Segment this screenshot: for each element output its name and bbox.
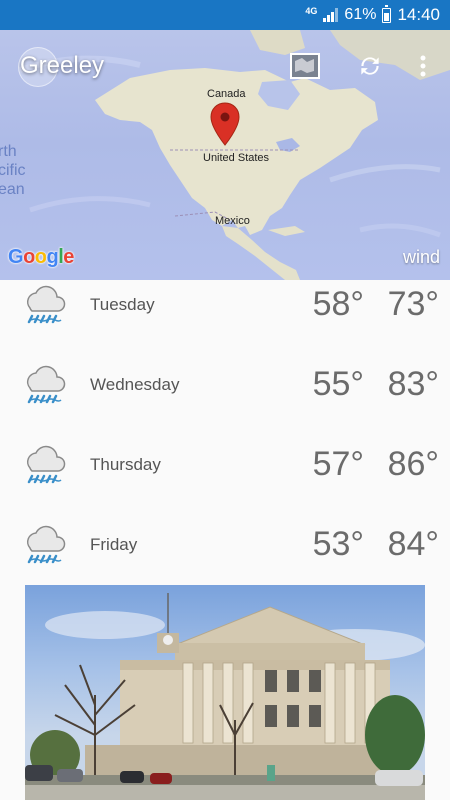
rain-cloud-icon	[26, 285, 66, 324]
label-mexico: Mexico	[215, 215, 250, 227]
rain-cloud-icon	[26, 445, 66, 484]
high-temp: 84°	[387, 525, 439, 563]
map-layer-label: wind	[402, 247, 440, 267]
courthouse-image	[25, 593, 425, 800]
refresh-icon	[361, 57, 379, 75]
forecast-list: Tuesday 58° 73° Wednesday 55° 83° Thursd…	[0, 280, 450, 600]
low-temp: 58°	[312, 285, 364, 323]
label-canada: Canada	[207, 88, 246, 100]
day-label: Wednesday	[90, 375, 180, 394]
network-type: 4G	[305, 6, 318, 16]
high-temp: 83°	[387, 365, 439, 403]
day-label: Friday	[90, 535, 138, 554]
google-logo: Google	[8, 246, 74, 268]
low-temp: 57°	[312, 445, 364, 483]
status-bar: 4G 61% 14:40	[0, 0, 450, 30]
low-temp: 53°	[312, 525, 364, 563]
overflow-menu-button[interactable]	[407, 52, 439, 80]
city-photo[interactable]	[25, 585, 425, 800]
refresh-button[interactable]	[354, 52, 386, 80]
signal-icon	[323, 8, 339, 22]
low-temp: 55°	[312, 365, 364, 403]
label-united-states: United States	[203, 152, 270, 164]
high-temp: 86°	[387, 445, 439, 483]
rain-cloud-icon	[26, 525, 66, 564]
map-icon	[290, 53, 320, 79]
weather-map[interactable]: Greeley Canada United States Mexico rth …	[0, 30, 450, 280]
label-ocean: rth cific ean	[0, 143, 26, 198]
forecast-row-wednesday[interactable]: Wednesday 55° 83°	[0, 360, 450, 440]
forecast-row-thursday[interactable]: Thursday 57° 86°	[0, 440, 450, 520]
forecast-row-tuesday[interactable]: Tuesday 58° 73°	[0, 280, 450, 360]
battery-percent: 61%	[344, 6, 377, 23]
map-layer-button[interactable]	[289, 52, 321, 80]
clock: 14:40	[397, 5, 440, 24]
day-label: Thursday	[90, 455, 161, 474]
location-pin-icon[interactable]	[210, 102, 240, 146]
day-label: Tuesday	[90, 295, 155, 314]
city-name[interactable]: Greeley	[20, 52, 104, 80]
battery-icon	[382, 4, 392, 23]
rain-cloud-icon	[26, 365, 66, 404]
more-vert-icon	[420, 55, 426, 77]
high-temp: 73°	[387, 285, 439, 323]
